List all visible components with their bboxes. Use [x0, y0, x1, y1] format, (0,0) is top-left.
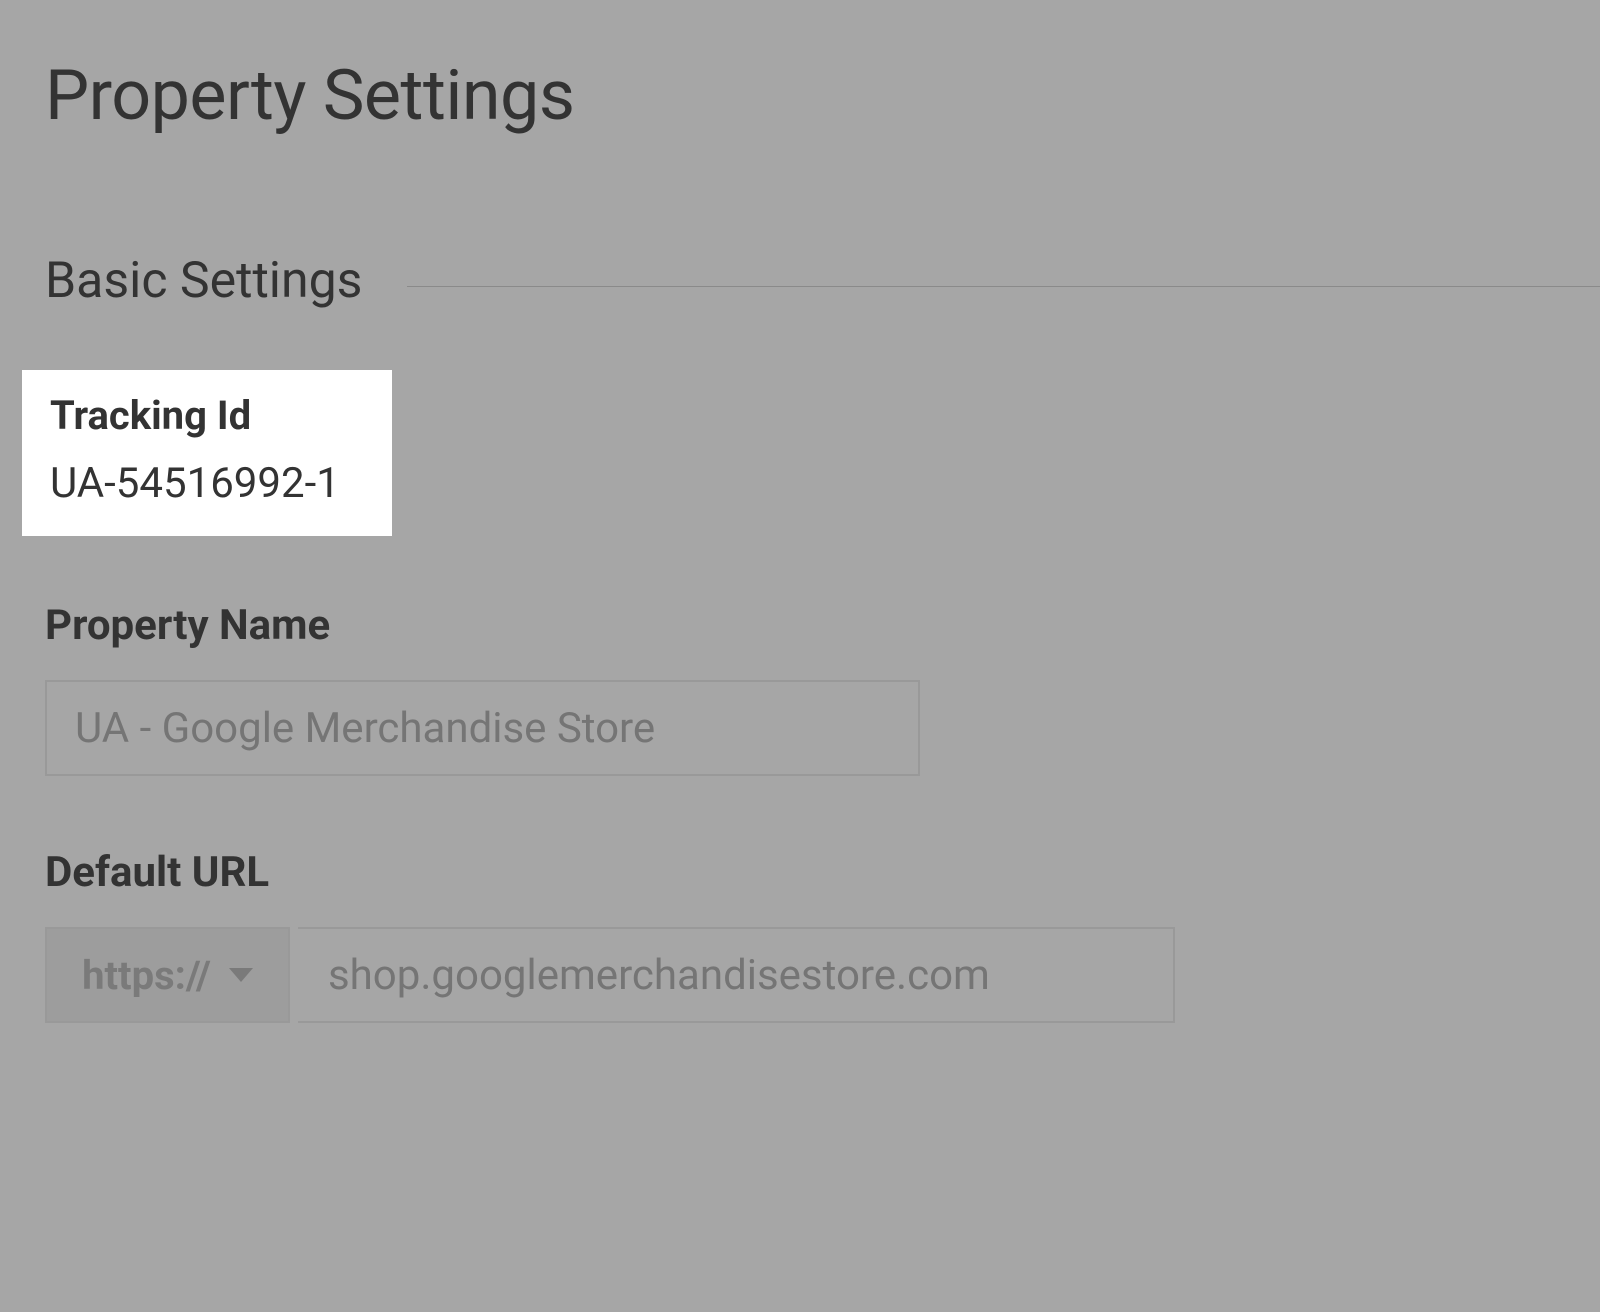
- tracking-id-value: UA-54516992-1: [50, 459, 364, 508]
- page-title: Property Settings: [0, 0, 1600, 137]
- protocol-value: https://: [82, 952, 211, 999]
- property-name-label: Property Name: [45, 601, 1600, 650]
- url-input-row: https://: [45, 927, 1600, 1023]
- protocol-dropdown[interactable]: https://: [45, 927, 290, 1023]
- tracking-id-label: Tracking Id: [50, 392, 364, 439]
- section-header-text: Basic Settings: [45, 252, 407, 310]
- section-header: Basic Settings: [0, 252, 1600, 310]
- property-name-input[interactable]: [45, 680, 920, 776]
- property-name-group: Property Name: [0, 601, 1600, 776]
- tracking-id-box: Tracking Id UA-54516992-1: [22, 370, 392, 536]
- section-divider: [407, 286, 1600, 287]
- default-url-label: Default URL: [45, 848, 1600, 897]
- default-url-group: Default URL https://: [0, 848, 1600, 1023]
- url-input[interactable]: [298, 927, 1175, 1023]
- chevron-down-icon: [229, 968, 253, 982]
